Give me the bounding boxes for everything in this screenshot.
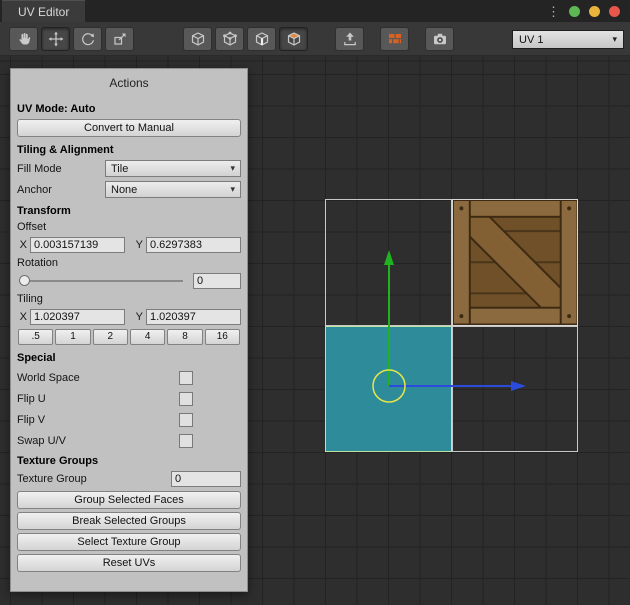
uv-editor-window: UV Editor ⋮ — [0, 0, 630, 605]
rotate-tool-button[interactable] — [73, 27, 102, 51]
break-selected-groups-button[interactable]: Break Selected Groups — [17, 512, 241, 530]
flip-u-label: Flip U — [17, 393, 46, 405]
flip-v-label: Flip V — [17, 414, 45, 426]
texture-groups-heading: Texture Groups — [17, 455, 241, 467]
uv-face-bottom-right[interactable] — [452, 326, 579, 453]
rotation-label: Rotation — [17, 257, 241, 269]
uv-channel-value: UV 1 — [519, 34, 543, 46]
tab-uv-editor[interactable]: UV Editor — [2, 0, 85, 22]
fill-mode-dropdown[interactable]: Tile ▾ — [105, 160, 241, 177]
uv-face-selected[interactable] — [325, 326, 452, 453]
texture-preview-button[interactable] — [380, 27, 409, 51]
uv-grid — [325, 199, 578, 452]
preset-half-button[interactable]: .5 — [18, 329, 53, 345]
cube-object-icon — [190, 31, 206, 47]
face-mode-button[interactable] — [279, 27, 308, 51]
scale-icon — [112, 31, 128, 47]
flip-u-checkbox[interactable] — [179, 392, 193, 406]
arrow-up-tray-icon — [342, 31, 358, 47]
transform-heading: Transform — [17, 205, 241, 217]
tab-title: UV Editor — [18, 5, 69, 19]
hand-tool-button[interactable] — [9, 27, 38, 51]
tiling-x-field[interactable] — [30, 309, 125, 325]
offset-y-label: Y — [133, 239, 143, 251]
select-texture-group-button[interactable]: Select Texture Group — [17, 533, 241, 551]
preset-8-button[interactable]: 8 — [167, 329, 202, 345]
fill-mode-value: Tile — [111, 163, 128, 175]
uv-face-crate-texture[interactable] — [452, 199, 579, 326]
panel-title: Actions — [17, 73, 241, 96]
tiling-label: Tiling — [17, 293, 241, 305]
flip-v-checkbox[interactable] — [179, 413, 193, 427]
preset-4-button[interactable]: 4 — [130, 329, 165, 345]
offset-y-field[interactable] — [146, 237, 241, 253]
project-uv-button[interactable] — [335, 27, 364, 51]
rotation-slider[interactable] — [19, 280, 183, 282]
tab-bar: UV Editor ⋮ — [0, 0, 630, 22]
tiling-presets: .5 1 2 4 8 16 — [17, 329, 241, 345]
preset-2-button[interactable]: 2 — [93, 329, 128, 345]
chevron-down-icon: ▾ — [230, 163, 235, 174]
window-dot-red[interactable] — [609, 6, 620, 17]
anchor-dropdown[interactable]: None ▾ — [105, 181, 241, 198]
convert-to-manual-button[interactable]: Convert to Manual — [17, 119, 241, 137]
preset-16-button[interactable]: 16 — [205, 329, 240, 345]
rotation-field[interactable] — [193, 273, 241, 289]
rotation-slider-knob[interactable] — [19, 275, 30, 286]
special-heading: Special — [17, 352, 241, 364]
world-space-label: World Space — [17, 372, 80, 384]
menu-dots-icon[interactable]: ⋮ — [547, 5, 560, 18]
object-mode-button[interactable] — [183, 27, 212, 51]
bricks-icon — [387, 31, 403, 47]
texture-group-field[interactable] — [171, 471, 241, 487]
camera-icon — [432, 31, 448, 47]
move-icon — [48, 31, 64, 47]
swap-uv-label: Swap U/V — [17, 435, 66, 447]
tiling-y-label: Y — [133, 311, 143, 323]
render-uv-button[interactable] — [425, 27, 454, 51]
vertex-mode-button[interactable] — [215, 27, 244, 51]
offset-label: Offset — [17, 221, 241, 233]
offset-x-field[interactable] — [30, 237, 125, 253]
window-controls: ⋮ — [547, 0, 630, 22]
reset-uvs-button[interactable]: Reset UVs — [17, 554, 241, 572]
swap-uv-checkbox[interactable] — [179, 434, 193, 448]
texture-group-label: Texture Group — [17, 473, 87, 485]
hand-icon — [16, 31, 32, 47]
tiling-x-label: X — [17, 311, 27, 323]
window-dot-yellow[interactable] — [589, 6, 600, 17]
chevron-down-icon: ▾ — [230, 184, 235, 195]
uv-face-top-left[interactable] — [325, 199, 452, 326]
world-space-checkbox[interactable] — [179, 371, 193, 385]
toolbar: UV 1 ▾ — [0, 22, 630, 56]
tiling-y-field[interactable] — [146, 309, 241, 325]
fill-mode-label: Fill Mode — [17, 163, 62, 175]
cube-face-icon — [286, 31, 302, 47]
chevron-down-icon: ▾ — [612, 34, 617, 45]
uv-channel-dropdown[interactable]: UV 1 ▾ — [512, 30, 624, 49]
scale-tool-button[interactable] — [105, 27, 134, 51]
move-tool-button[interactable] — [41, 27, 70, 51]
actions-panel: Actions UV Mode: Auto Convert to Manual … — [10, 68, 248, 592]
group-selected-faces-button[interactable]: Group Selected Faces — [17, 491, 241, 509]
offset-x-label: X — [17, 239, 27, 251]
uv-mode-label: UV Mode: Auto — [17, 103, 241, 115]
anchor-label: Anchor — [17, 184, 52, 196]
anchor-value: None — [111, 184, 137, 196]
rotate-icon — [80, 31, 96, 47]
edge-mode-button[interactable] — [247, 27, 276, 51]
crate-texture-image — [453, 200, 578, 325]
tiling-alignment-heading: Tiling & Alignment — [17, 144, 241, 156]
cube-edge-icon — [254, 31, 270, 47]
preset-1-button[interactable]: 1 — [55, 329, 90, 345]
cube-vertex-icon — [222, 31, 238, 47]
window-dot-green[interactable] — [569, 6, 580, 17]
